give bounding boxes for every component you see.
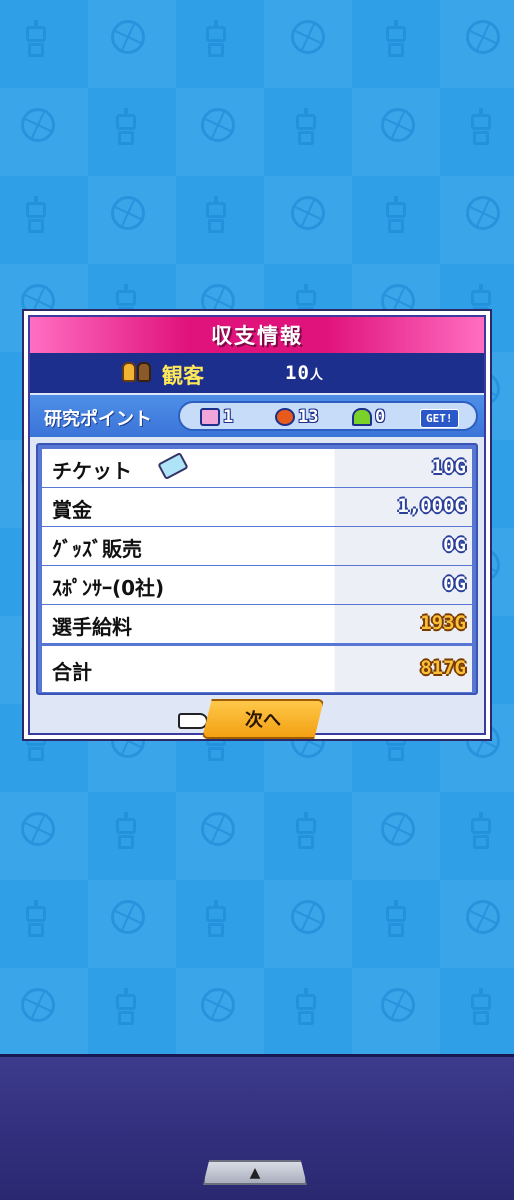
robot-icon xyxy=(291,812,321,852)
next-button[interactable]: 次へ xyxy=(202,699,324,739)
robot-icon xyxy=(466,988,496,1028)
robot-icon xyxy=(291,108,321,148)
robot-icon xyxy=(291,988,321,1028)
basketball-icon xyxy=(381,988,415,1022)
next-area: 次へ xyxy=(30,697,484,741)
basketball-icon xyxy=(381,812,415,846)
income-table: チケット 10G 賞金 1,000G ｸﾞｯｽﾞ販売 0G ｽﾎﾟﾝｻｰ(0社)… xyxy=(36,443,478,695)
audience-bar: 観客 10人 xyxy=(30,353,484,393)
basketball-icon xyxy=(466,900,500,934)
basketball-icon xyxy=(291,900,325,934)
robot-icon xyxy=(21,900,51,940)
basketball-icon xyxy=(291,20,325,54)
robot-icon xyxy=(111,108,141,148)
income-dialog: 収支情報 観客 10人 研究ポイント 1 13 0 GET! チケット 10G … xyxy=(22,309,492,741)
research-points-bar: 研究ポイント 1 13 0 GET! xyxy=(30,395,484,437)
research-heart: 1 xyxy=(200,406,233,428)
dialog-body: 収支情報 観客 10人 研究ポイント 1 13 0 GET! チケット 10G … xyxy=(28,315,486,739)
bottom-panel: ▲ xyxy=(0,1054,514,1200)
basketball-icon xyxy=(21,812,55,846)
robot-icon xyxy=(111,988,141,1028)
dialog-title: 収支情報 xyxy=(211,324,303,348)
basketball-icon xyxy=(111,196,145,230)
table-row: ｽﾎﾟﾝｻｰ(0社) 0G xyxy=(42,566,472,604)
dialog-title-bar: 収支情報 xyxy=(30,317,484,353)
table-row: ｸﾞｯｽﾞ販売 0G xyxy=(42,527,472,565)
expand-handle[interactable]: ▲ xyxy=(203,1160,307,1185)
basketball-icon xyxy=(466,20,500,54)
basketball-icon xyxy=(466,196,500,230)
research-points-label: 研究ポイント xyxy=(44,409,152,430)
basketball-icon xyxy=(291,196,325,230)
basketball-icon xyxy=(275,408,295,426)
basketball-icon xyxy=(201,812,235,846)
total-label: 合計 xyxy=(52,660,92,684)
basketball-icon xyxy=(21,108,55,142)
total-row: 合計 817G xyxy=(42,646,472,692)
total-value: 817G xyxy=(420,657,466,679)
robot-icon xyxy=(21,20,51,60)
basketball-icon xyxy=(381,108,415,142)
get-button[interactable]: GET! xyxy=(420,407,459,429)
table-row: 賞金 1,000G xyxy=(42,488,472,526)
pointing-hand-icon xyxy=(178,713,208,729)
research-helmet: 0 xyxy=(352,406,385,428)
basketball-icon xyxy=(201,108,235,142)
audience-icon xyxy=(122,362,154,384)
robot-icon xyxy=(381,900,411,940)
research-points-pill: 1 13 0 GET! xyxy=(178,401,478,431)
up-arrow-icon: ▲ xyxy=(249,1164,261,1181)
robot-icon xyxy=(201,900,231,940)
basketball-icon xyxy=(21,988,55,1022)
robot-icon xyxy=(381,196,411,236)
helmet-icon xyxy=(352,408,372,426)
robot-icon xyxy=(201,20,231,60)
heart-icon xyxy=(200,408,220,426)
basketball-icon xyxy=(201,988,235,1022)
robot-icon xyxy=(381,20,411,60)
table-row: チケット 10G xyxy=(42,449,472,487)
research-ball: 13 xyxy=(275,406,318,428)
ticket-icon xyxy=(157,451,189,481)
robot-icon xyxy=(201,196,231,236)
audience-label: 観客 xyxy=(162,364,204,388)
basketball-icon xyxy=(111,20,145,54)
basketball-icon xyxy=(111,900,145,934)
robot-icon xyxy=(111,812,141,852)
robot-icon xyxy=(466,108,496,148)
robot-icon xyxy=(466,812,496,852)
table-row: 選手給料 193G xyxy=(42,605,472,643)
robot-icon xyxy=(21,196,51,236)
audience-count: 10人 xyxy=(285,362,324,384)
